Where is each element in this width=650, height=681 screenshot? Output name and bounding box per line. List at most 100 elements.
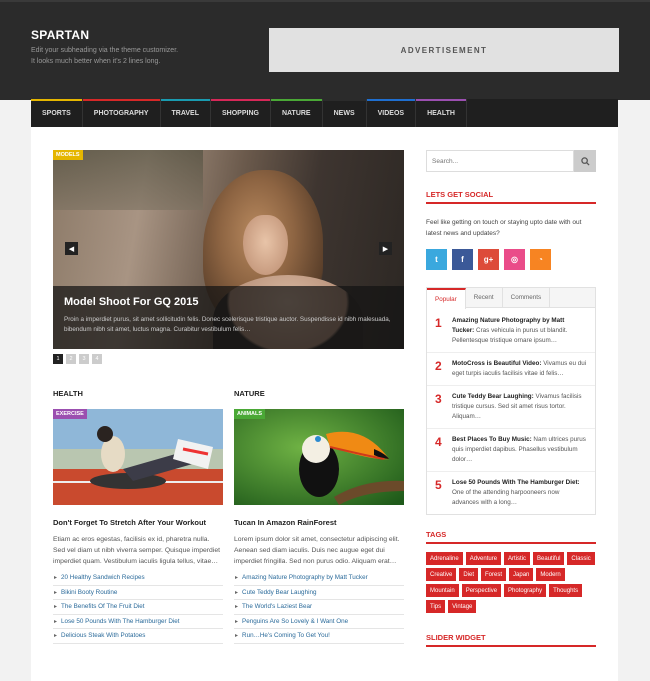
slider-page-1[interactable]: 1 [53, 354, 63, 364]
tag-vintage[interactable]: Vintage [448, 600, 477, 613]
exercise-badge[interactable]: EXERCISE [53, 409, 87, 419]
popular-post[interactable]: 1 Amazing Nature Photography by Matt Tuck… [427, 310, 595, 353]
nav-color-bar [211, 99, 270, 101]
popular-post-title[interactable]: Lose 50 Pounds With The Hamburger Diet: [452, 479, 580, 486]
list-item[interactable]: ▸ Penguins Are So Lovely & I Want One [234, 615, 404, 629]
list-item-link[interactable]: Penguins Are So Lovely & I Want One [242, 618, 348, 625]
list-item-link[interactable]: Amazing Nature Photography by Matt Tucke… [242, 574, 368, 581]
tab-recent[interactable]: Recent [466, 288, 503, 307]
list-item-link[interactable]: The Benefits Of The Fruit Diet [61, 603, 145, 610]
tag-forest[interactable]: Forest [481, 568, 507, 581]
chevron-right-icon[interactable]: ▶ [379, 242, 392, 255]
nav-item-sports[interactable]: SPORTS [31, 99, 83, 127]
nav-item-photography[interactable]: PHOTOGRAPHY [82, 99, 161, 127]
tag-modern[interactable]: Modern [536, 568, 565, 581]
list-item-link[interactable]: The World's Laziest Bear [242, 603, 312, 610]
popular-rank: 2 [435, 359, 442, 373]
list-item[interactable]: ▸ Cute Teddy Bear Laughing [234, 586, 404, 600]
list-item[interactable]: ▸ The Benefits Of The Fruit Diet [53, 600, 223, 615]
nature-section: NATURE ANIMALS Tucan In Amazon RainFores… [234, 389, 404, 644]
list-item-link[interactable]: Lose 50 Pounds With The Hamburger Diet [61, 618, 180, 625]
search-button[interactable] [574, 150, 596, 172]
section-heading[interactable]: NATURE [234, 389, 404, 398]
tag-beautiful[interactable]: Beautiful [533, 552, 565, 565]
health-post-title[interactable]: Don't Forget To Stretch After Your Worko… [53, 517, 223, 528]
popular-post-title[interactable]: MotoCross is Beautiful Video: [452, 360, 541, 367]
tag-adrenaline[interactable]: Adrenaline [426, 552, 463, 565]
facebook-icon[interactable]: f [452, 249, 473, 270]
tag-thoughts[interactable]: Thoughts [549, 584, 583, 597]
nature-post-title[interactable]: Tucan In Amazon RainForest [234, 517, 404, 528]
slider-page-2[interactable]: 2 [66, 354, 76, 364]
nav-item-shopping[interactable]: SHOPPING [211, 99, 271, 127]
popular-rank: 1 [435, 316, 442, 330]
tab-popular[interactable]: Popular [427, 288, 466, 309]
nav-item-travel[interactable]: TRAVEL [160, 99, 211, 127]
tab-comments[interactable]: Comments [503, 288, 551, 307]
slider-title[interactable]: Model Shoot For GQ 2015 [64, 296, 393, 308]
tag-japan[interactable]: Japan [509, 568, 534, 581]
tag-artistic[interactable]: Artistic [504, 552, 531, 565]
list-item[interactable]: ▸ 20 Healthy Sandwich Recipes [53, 571, 223, 586]
nav-color-bar [82, 99, 160, 101]
tags-widget-title: TAGS [426, 530, 596, 544]
nav-item-news[interactable]: NEWS [322, 99, 367, 127]
list-item-link[interactable]: Cute Teddy Bear Laughing [242, 589, 316, 596]
nav-item-label: VIDEOS [377, 109, 405, 117]
twitter-icon[interactable]: t [426, 249, 447, 270]
slider-page-3[interactable]: 3 [79, 354, 89, 364]
list-item-link[interactable]: Bikini Booty Routine [61, 589, 117, 596]
subheading-line-2: It looks much better when it's 2 lines l… [31, 58, 161, 65]
tag-diet[interactable]: Diet [459, 568, 479, 581]
tag-adventure[interactable]: Adventure [465, 552, 502, 565]
list-item-link[interactable]: Run…He's Coming To Get You! [242, 632, 330, 639]
dribbble-icon[interactable]: ◎ [504, 249, 525, 270]
list-item-link[interactable]: 20 Healthy Sandwich Recipes [61, 574, 145, 581]
popular-post[interactable]: 5 Lose 50 Pounds With The Hamburger Diet:… [427, 472, 595, 514]
search-input[interactable] [426, 150, 574, 172]
health-post-image[interactable]: EXERCISE [53, 409, 223, 505]
nav-item-videos[interactable]: VIDEOS [366, 99, 417, 127]
featured-slider[interactable]: MODELS ◀ ▶ Model Shoot For GQ 2015 Proin… [53, 150, 404, 349]
tag-perspective[interactable]: Perspective [461, 584, 502, 597]
nav-item-nature[interactable]: NATURE [270, 99, 323, 127]
popular-post[interactable]: 2 MotoCross is Beautiful Video: Vivamus e… [427, 353, 595, 386]
nav-item-label: NEWS [333, 109, 355, 117]
list-item[interactable]: ▸ Amazing Nature Photography by Matt Tuck… [234, 571, 404, 586]
list-item[interactable]: ▸ The World's Laziest Bear [234, 600, 404, 615]
animals-badge[interactable]: ANIMALS [234, 409, 266, 419]
tag-classic[interactable]: Classic [567, 552, 595, 565]
list-item[interactable]: ▸ Lose 50 Pounds With The Hamburger Diet [53, 615, 223, 629]
popular-post-title[interactable]: Best Places To Buy Music: [452, 436, 532, 443]
tabs-header: Popular Recent Comments [427, 288, 595, 309]
list-item[interactable]: ▸ Delicious Steak With Potatoes [53, 629, 223, 644]
tag-creative[interactable]: Creative [426, 568, 457, 581]
slider-page-4[interactable]: 4 [92, 354, 102, 364]
list-item[interactable]: ▸ Run…He's Coming To Get You! [234, 629, 404, 644]
site-title[interactable]: SPARTAN [31, 28, 89, 42]
list-item-link[interactable]: Delicious Steak With Potatoes [61, 632, 145, 639]
popular-post-text: Best Places To Buy Music: Nam ultrices p… [452, 435, 587, 465]
section-heading[interactable]: HEALTH [53, 389, 223, 398]
popular-post-title[interactable]: Cute Teddy Bear Laughing: [452, 393, 534, 400]
main-content: MODELS ◀ ▶ Model Shoot For GQ 2015 Proin… [31, 127, 618, 681]
tag-photography[interactable]: Photography [504, 584, 547, 597]
nature-post-image[interactable]: ANIMALS [234, 409, 404, 505]
tag-tips[interactable]: Tips [426, 600, 446, 613]
popular-post[interactable]: 4 Best Places To Buy Music: Nam ultrices … [427, 429, 595, 472]
advertisement-banner[interactable]: ADVERTISEMENT [269, 28, 619, 72]
nav-item-health[interactable]: HEALTH [416, 99, 467, 127]
search-icon [580, 156, 590, 166]
google-plus-icon[interactable]: g+ [478, 249, 499, 270]
list-item[interactable]: ▸ Bikini Booty Routine [53, 586, 223, 600]
nav-color-bar [160, 99, 210, 101]
social-text: Feel like getting on touch or staying up… [426, 219, 582, 237]
nature-post-excerpt: Lorem ipsum dolor sit amet, consectetur … [234, 536, 400, 565]
tag-mountain[interactable]: Mountain [426, 584, 459, 597]
chevron-left-icon[interactable]: ◀ [65, 242, 78, 255]
slider-category-badge[interactable]: MODELS [53, 150, 83, 160]
bullet-icon: ▸ [235, 618, 239, 625]
rss-icon[interactable]: ◔ [530, 249, 551, 270]
bullet-icon: ▸ [235, 575, 239, 582]
popular-post[interactable]: 3 Cute Teddy Bear Laughing: Vivamus facil… [427, 386, 595, 429]
